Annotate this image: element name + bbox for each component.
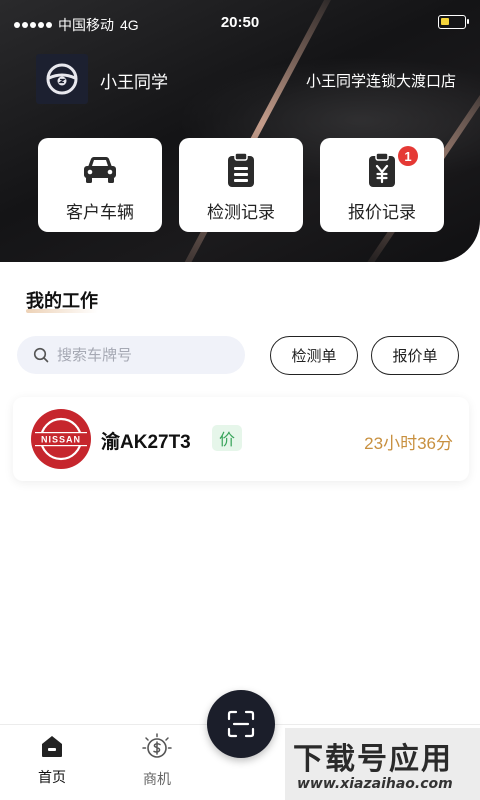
brand-logo-text: NISSAN <box>41 435 81 445</box>
battery-icon <box>438 15 469 29</box>
quote-filter-button[interactable]: 报价单 <box>371 336 459 375</box>
inspection-filter-button[interactable]: 检测单 <box>270 336 358 375</box>
watermark-logo: 下载号应用 www.xiazaihao.com <box>285 728 480 800</box>
status-bar: 中国移动 4G 20:50 <box>0 0 480 46</box>
customer-vehicles-label: 客户车辆 <box>66 203 134 222</box>
tab-opportunities-label: 商机 <box>143 771 171 787</box>
plate-search-input[interactable] <box>57 346 227 364</box>
tab-home[interactable]: 首页 <box>17 733 87 787</box>
section-title: 我的工作 <box>26 291 98 311</box>
dollar-lightbulb-icon <box>142 733 172 758</box>
tab-opportunities[interactable]: 商机 <box>122 733 192 789</box>
watermark-title: 下载号应用 <box>293 742 453 777</box>
inspection-records-label: 检测记录 <box>207 203 275 222</box>
scan-button[interactable] <box>207 690 275 758</box>
search-icon <box>33 347 49 363</box>
elapsed-time: 23小时36分 <box>364 434 453 453</box>
clipboard-yuan-icon: 1 <box>362 146 418 188</box>
tab-home-label: 首页 <box>38 769 66 785</box>
avatar[interactable] <box>36 54 88 104</box>
steering-wheel-icon <box>46 63 78 95</box>
watermark-url: www.xiazaihao.com <box>297 776 453 792</box>
user-name: 小王同学 <box>100 73 168 92</box>
search-box[interactable] <box>17 336 245 374</box>
quote-records-button[interactable]: 1 报价记录 <box>320 138 444 232</box>
work-item-card[interactable]: NISSAN 渝AK27T3 价 23小时36分 <box>13 397 469 481</box>
nissan-logo: NISSAN <box>31 409 91 469</box>
clock: 20:50 <box>220 14 260 31</box>
customer-vehicles-button[interactable]: 客户车辆 <box>38 138 162 232</box>
home-icon <box>42 736 62 757</box>
quote-records-label: 报价记录 <box>348 203 416 222</box>
clipboard-list-icon <box>221 152 261 188</box>
notification-badge: 1 <box>398 146 418 166</box>
store-name[interactable]: 小王同学连锁大渡口店 <box>306 70 456 91</box>
inspection-records-button[interactable]: 检测记录 <box>179 138 303 232</box>
plate-number: 渝AK27T3 <box>101 432 191 453</box>
quote-type-tag: 价 <box>212 425 242 451</box>
scan-icon <box>227 710 255 738</box>
car-icon <box>80 152 120 188</box>
